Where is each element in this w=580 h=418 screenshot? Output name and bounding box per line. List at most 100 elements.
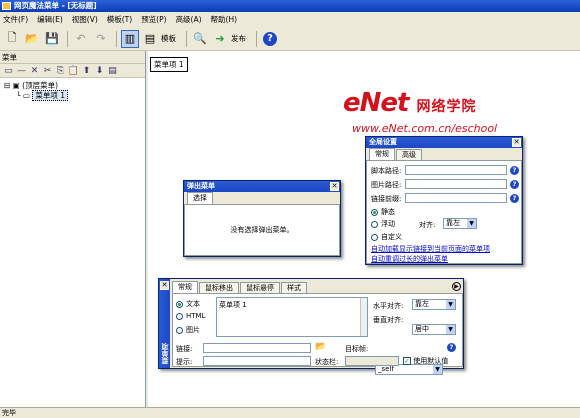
html-radio[interactable]: HTML (176, 312, 205, 320)
script-path-label: 脚本路径: (371, 167, 402, 175)
status-input[interactable] (345, 356, 399, 366)
global-settings-window: 全局设置 ✕ 常规 高级 脚本路径: ? 图片路径: ? 链接前缀: ? 静态 … (365, 136, 523, 265)
redo-icon[interactable]: ↷ (92, 30, 110, 48)
help-icon[interactable]: ? (510, 194, 519, 203)
auto-resize-link[interactable]: 自动重调过长的弹出菜单 (371, 254, 448, 264)
align-select[interactable]: 靠左 ▼ (443, 218, 477, 229)
save-icon[interactable]: 💾 (43, 30, 61, 48)
close-icon[interactable]: ✕ (160, 281, 169, 290)
indent-icon[interactable]: ▤ (106, 66, 119, 76)
window-title: 弹出菜单 ✕ (184, 181, 340, 192)
help-icon[interactable]: ? (510, 166, 519, 175)
tree-root[interactable]: ⊟ ▣ (顶层菜单) (4, 81, 141, 91)
move-up-icon[interactable]: ⬆ (80, 66, 93, 76)
static-radio[interactable]: 静态 (371, 207, 395, 217)
help-icon[interactable]: ? (447, 343, 456, 352)
use-default-checkbox[interactable]: ✓ 使用默认值 (403, 356, 448, 366)
move-down-icon[interactable]: ⬇ (93, 66, 106, 76)
menu-edit[interactable]: 编辑(E) (37, 14, 63, 25)
cut-icon[interactable]: ✂ (41, 66, 54, 76)
tab-mouse-out[interactable]: 鼠标移出 (199, 282, 239, 293)
layout-view-icon[interactable]: ▥ (121, 29, 139, 48)
image-path-input[interactable] (405, 179, 507, 189)
remove-item-icon[interactable]: — (15, 66, 28, 76)
panel-menu-icon[interactable]: ▶ (452, 282, 461, 291)
menu-advanced[interactable]: 高级(A) (176, 14, 202, 25)
menu-file[interactable]: 文件(F) (3, 14, 28, 25)
menu-help[interactable]: 帮助(H) (211, 14, 238, 25)
settings-pane: 脚本路径: ? 图片路径: ? 链接前缀: ? 静态 浮动 对齐: 靠左 ▼ 自定… (366, 160, 522, 264)
tree-toolbar: ▭ — ✕ ✂ ⎘ 📋 ⬆ ⬇ ▤ (0, 64, 145, 78)
item-text-area[interactable]: 菜单项 1 (216, 297, 368, 337)
copy-icon[interactable]: ⎘ (54, 66, 67, 76)
link-prefix-input[interactable] (405, 193, 507, 203)
browse-folder-icon[interactable]: 📂 (315, 342, 326, 352)
tab-advanced[interactable]: 高级 (396, 149, 422, 160)
menu-tree: ⊟ ▣ (顶层菜单) └ ▭ 菜单项 1 (0, 78, 145, 104)
template-button-label[interactable]: 模板 (161, 33, 176, 44)
halign-select[interactable]: 靠左 ▼ (412, 299, 456, 310)
menu-bar: 文件(F) 编辑(E) 视图(V) 模板(T) 预览(P) 高级(A) 帮助(H… (0, 12, 580, 27)
tabs: 常规 高级 (366, 148, 522, 160)
preview-icon[interactable]: 🔍 (191, 30, 209, 48)
panel-title: 菜单 (0, 51, 145, 64)
auto-highlight-link[interactable]: 自动加载显示链接到当前页面的菜单项 (371, 244, 490, 254)
align-label: 对齐: (419, 221, 436, 229)
paste-icon[interactable]: 📋 (67, 66, 80, 76)
link-label: 链接: (176, 345, 193, 353)
tab-select[interactable]: 选择 (187, 192, 213, 204)
publish-button-label[interactable]: 发布 (231, 33, 246, 44)
valign-label: 垂直对齐: (373, 316, 404, 324)
tab-general[interactable]: 常规 (172, 281, 198, 293)
help-icon[interactable]: ? (510, 180, 519, 189)
status-label: 状态栏: (315, 358, 339, 366)
toolbar-separator (116, 30, 117, 47)
popup-pane: 没有选择弹出菜单。 (184, 204, 340, 256)
image-radio[interactable]: 图片 (176, 325, 200, 335)
halign-label: 水平对齐: (373, 302, 404, 310)
menu-tree-panel: 菜单 ▭ — ✕ ✂ ⎘ 📋 ⬆ ⬇ ▤ ⊟ ▣ (顶层菜单) └ ▭ 菜单项 … (0, 51, 146, 407)
tooltip-input[interactable] (203, 356, 311, 366)
tabs: 常规 鼠标移出 鼠标悬停 样式 ▶ (172, 281, 463, 293)
tree-item[interactable]: └ ▭ 菜单项 1 (4, 90, 141, 101)
open-folder-icon[interactable]: 📂 (23, 30, 41, 48)
tab-mouse-over[interactable]: 鼠标悬停 (240, 282, 280, 293)
menu-view[interactable]: 视图(V) (72, 14, 98, 25)
new-file-icon[interactable]: 🗋 (3, 30, 21, 48)
toolbar-separator (67, 30, 68, 47)
tab-general[interactable]: 常规 (369, 148, 395, 160)
menu-preview[interactable]: 预览(P) (141, 14, 166, 25)
help-icon[interactable]: ? (261, 30, 279, 48)
window-title: 全局设置 ✕ (366, 137, 522, 148)
image-path-label: 图片路径: (371, 181, 402, 189)
target-label: 目标帧: (345, 345, 369, 353)
menu-template[interactable]: 模板(T) (107, 14, 132, 25)
text-radio[interactable]: 文本 (176, 299, 200, 309)
template-icon[interactable]: ▤ (141, 30, 159, 48)
tab-style[interactable]: 样式 (281, 282, 307, 293)
float-radio[interactable]: 浮动 (371, 219, 395, 229)
app-icon (2, 2, 11, 10)
link-input[interactable] (203, 343, 311, 353)
undo-icon[interactable]: ↶ (72, 30, 90, 48)
delete-icon[interactable]: ✕ (28, 66, 41, 76)
properties-body: 常规 鼠标移出 鼠标悬停 样式 ▶ 文本 HTML 图片 菜单项 1 水平对齐:… (172, 281, 463, 375)
side-title: 菜单项 (161, 343, 169, 364)
scrollbar[interactable] (360, 298, 367, 336)
window-title: 网页魔法菜单 - [无标题] (14, 1, 97, 10)
properties-side-bar: ✕ 菜单项 (159, 279, 170, 368)
close-icon[interactable]: ✕ (512, 138, 521, 147)
add-item-icon[interactable]: ▭ (2, 66, 15, 76)
item-properties-window: ✕ 菜单项 常规 鼠标移出 鼠标悬停 样式 ▶ 文本 HTML 图片 菜单项 1… (158, 278, 464, 375)
script-path-input[interactable] (405, 165, 507, 175)
status-bar: 完毕 (0, 407, 580, 418)
link-prefix-label: 链接前缀: (371, 195, 402, 203)
custom-radio[interactable]: 自定义 (371, 232, 402, 242)
close-icon[interactable]: ✕ (330, 182, 339, 191)
tabs: 选择 (184, 192, 340, 204)
properties-pane: 文本 HTML 图片 菜单项 1 水平对齐: 靠左 ▼ 垂直对齐: 居中 ▼ 链接:… (172, 293, 463, 375)
publish-icon[interactable]: ➜ (211, 30, 229, 48)
window-title-bar: 网页魔法菜单 - [无标题] (0, 0, 580, 12)
canvas-menu-item[interactable]: 菜单项 1 (150, 57, 188, 72)
valign-select[interactable]: 居中 ▼ (412, 324, 456, 335)
